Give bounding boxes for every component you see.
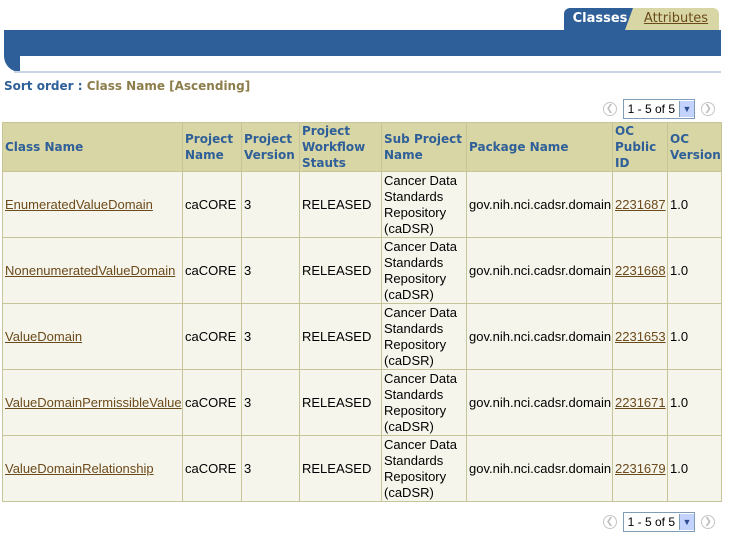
class-name-link[interactable]: ValueDomainPermissibleValue [5, 395, 182, 410]
oc-version-cell: 1.0 [667, 237, 722, 304]
public-id-link[interactable]: 2231679 [615, 461, 666, 476]
class-name-link[interactable]: EnumeratedValueDomain [5, 197, 153, 212]
class-name-link[interactable]: ValueDomainRelationship [5, 461, 154, 476]
class-name-cell: ValueDomainRelationship [2, 435, 183, 502]
table-row: ValueDomainPermissibleValue caCORE 3 REL… [2, 369, 722, 436]
pager-bottom: ❮ 1 - 5 of 5 ▼ ❯ [602, 512, 715, 532]
table-row: ValueDomain caCORE 3 RELEASED Cancer Dat… [2, 303, 722, 370]
project-name-cell: caCORE [182, 369, 242, 436]
page-range-select[interactable]: 1 - 5 of 5 ▼ [622, 99, 695, 119]
public-id-link[interactable]: 2231653 [615, 329, 666, 344]
class-name-cell: NonenumeratedValueDomain [2, 237, 183, 304]
project-name-cell: caCORE [182, 237, 242, 304]
public-id-link[interactable]: 2231671 [615, 395, 666, 410]
class-name-cell: ValueDomainPermissibleValue [2, 369, 183, 436]
project-name-cell: caCORE [182, 171, 242, 238]
header-divider [14, 71, 721, 73]
project-version-cell: 3 [241, 237, 300, 304]
public-id-cell: 2231671 [612, 369, 668, 436]
next-page-icon[interactable]: ❯ [701, 515, 715, 529]
package-name-cell: gov.nih.nci.cadsr.domain [466, 303, 613, 370]
table-row: EnumeratedValueDomain caCORE 3 RELEASED … [2, 171, 722, 238]
oc-version-cell: 1.0 [667, 369, 722, 436]
public-id-cell: 2231687 [612, 171, 668, 238]
sub-project-cell: Cancer Data Standards Repository (caDSR) [381, 435, 467, 502]
package-name-cell: gov.nih.nci.cadsr.domain [466, 369, 613, 436]
previous-page-icon[interactable]: ❮ [602, 102, 617, 116]
public-id-link[interactable]: 2231668 [615, 263, 666, 278]
public-id-cell: 2231668 [612, 237, 668, 304]
class-name-link[interactable]: ValueDomain [5, 329, 82, 344]
chevron-down-icon[interactable]: ▼ [679, 514, 694, 530]
sub-project-cell: Cancer Data Standards Repository (caDSR) [381, 171, 467, 238]
sub-project-cell: Cancer Data Standards Repository (caDSR) [381, 237, 467, 304]
oc-version-cell: 1.0 [667, 171, 722, 238]
classes-table: Class Name Project Name Project Version … [2, 122, 722, 502]
chevron-down-icon[interactable]: ▼ [679, 101, 694, 117]
public-id-cell: 2231653 [612, 303, 668, 370]
public-id-link[interactable]: 2231687 [615, 197, 666, 212]
class-name-cell: ValueDomain [2, 303, 183, 370]
previous-page-icon[interactable]: ❮ [602, 515, 617, 529]
workflow-status-cell: RELEASED [299, 303, 382, 370]
next-page-icon[interactable]: ❯ [701, 102, 715, 116]
header-banner-curve [4, 56, 20, 72]
project-version-cell: 3 [241, 303, 300, 370]
sub-project-cell: Cancer Data Standards Repository (caDSR) [381, 303, 467, 370]
project-version-cell: 3 [241, 171, 300, 238]
sort-order-label: Sort order : [4, 79, 83, 93]
page-range-value: 1 - 5 of 5 [627, 102, 675, 116]
oc-version-cell: 1.0 [667, 435, 722, 502]
package-name-cell: gov.nih.nci.cadsr.domain [466, 237, 613, 304]
project-version-cell: 3 [241, 435, 300, 502]
project-version-cell: 3 [241, 369, 300, 436]
project-name-cell: caCORE [182, 303, 242, 370]
class-name-cell: EnumeratedValueDomain [2, 171, 183, 238]
column-header-project-name[interactable]: Project Name [182, 122, 242, 172]
public-id-cell: 2231679 [612, 435, 668, 502]
package-name-cell: gov.nih.nci.cadsr.domain [466, 435, 613, 502]
workflow-status-cell: RELEASED [299, 171, 382, 238]
package-name-cell: gov.nih.nci.cadsr.domain [466, 171, 613, 238]
column-header-project-version[interactable]: Project Version [241, 122, 300, 172]
column-header-oc-public-id[interactable]: OC Public ID [612, 122, 668, 172]
pager-top: ❮ 1 - 5 of 5 ▼ ❯ [602, 99, 715, 119]
table-row: ValueDomainRelationship caCORE 3 RELEASE… [2, 435, 722, 502]
workflow-status-cell: RELEASED [299, 369, 382, 436]
column-header-oc-version[interactable]: OC Version [667, 122, 722, 172]
sub-project-cell: Cancer Data Standards Repository (caDSR) [381, 369, 467, 436]
column-header-package-name[interactable]: Package Name [466, 122, 613, 172]
table-row: NonenumeratedValueDomain caCORE 3 RELEAS… [2, 237, 722, 304]
table-header-row: Class Name Project Name Project Version … [2, 122, 722, 172]
sort-order: Sort order : Class Name [Ascending] [4, 79, 250, 93]
page-range-value: 1 - 5 of 5 [627, 515, 675, 529]
workflow-status-cell: RELEASED [299, 435, 382, 502]
oc-version-cell: 1.0 [667, 303, 722, 370]
page-range-select[interactable]: 1 - 5 of 5 ▼ [622, 512, 695, 532]
header-banner [4, 30, 721, 56]
project-name-cell: caCORE [182, 435, 242, 502]
column-header-workflow-status[interactable]: Project Workflow Stauts [299, 122, 382, 172]
class-name-link[interactable]: NonenumeratedValueDomain [5, 263, 175, 278]
sort-order-value: Class Name [Ascending] [86, 79, 251, 93]
column-header-class-name[interactable]: Class Name [2, 122, 183, 172]
column-header-sub-project-name[interactable]: Sub Project Name [381, 122, 467, 172]
tab-attributes[interactable]: Attributes [625, 8, 719, 30]
workflow-status-cell: RELEASED [299, 237, 382, 304]
